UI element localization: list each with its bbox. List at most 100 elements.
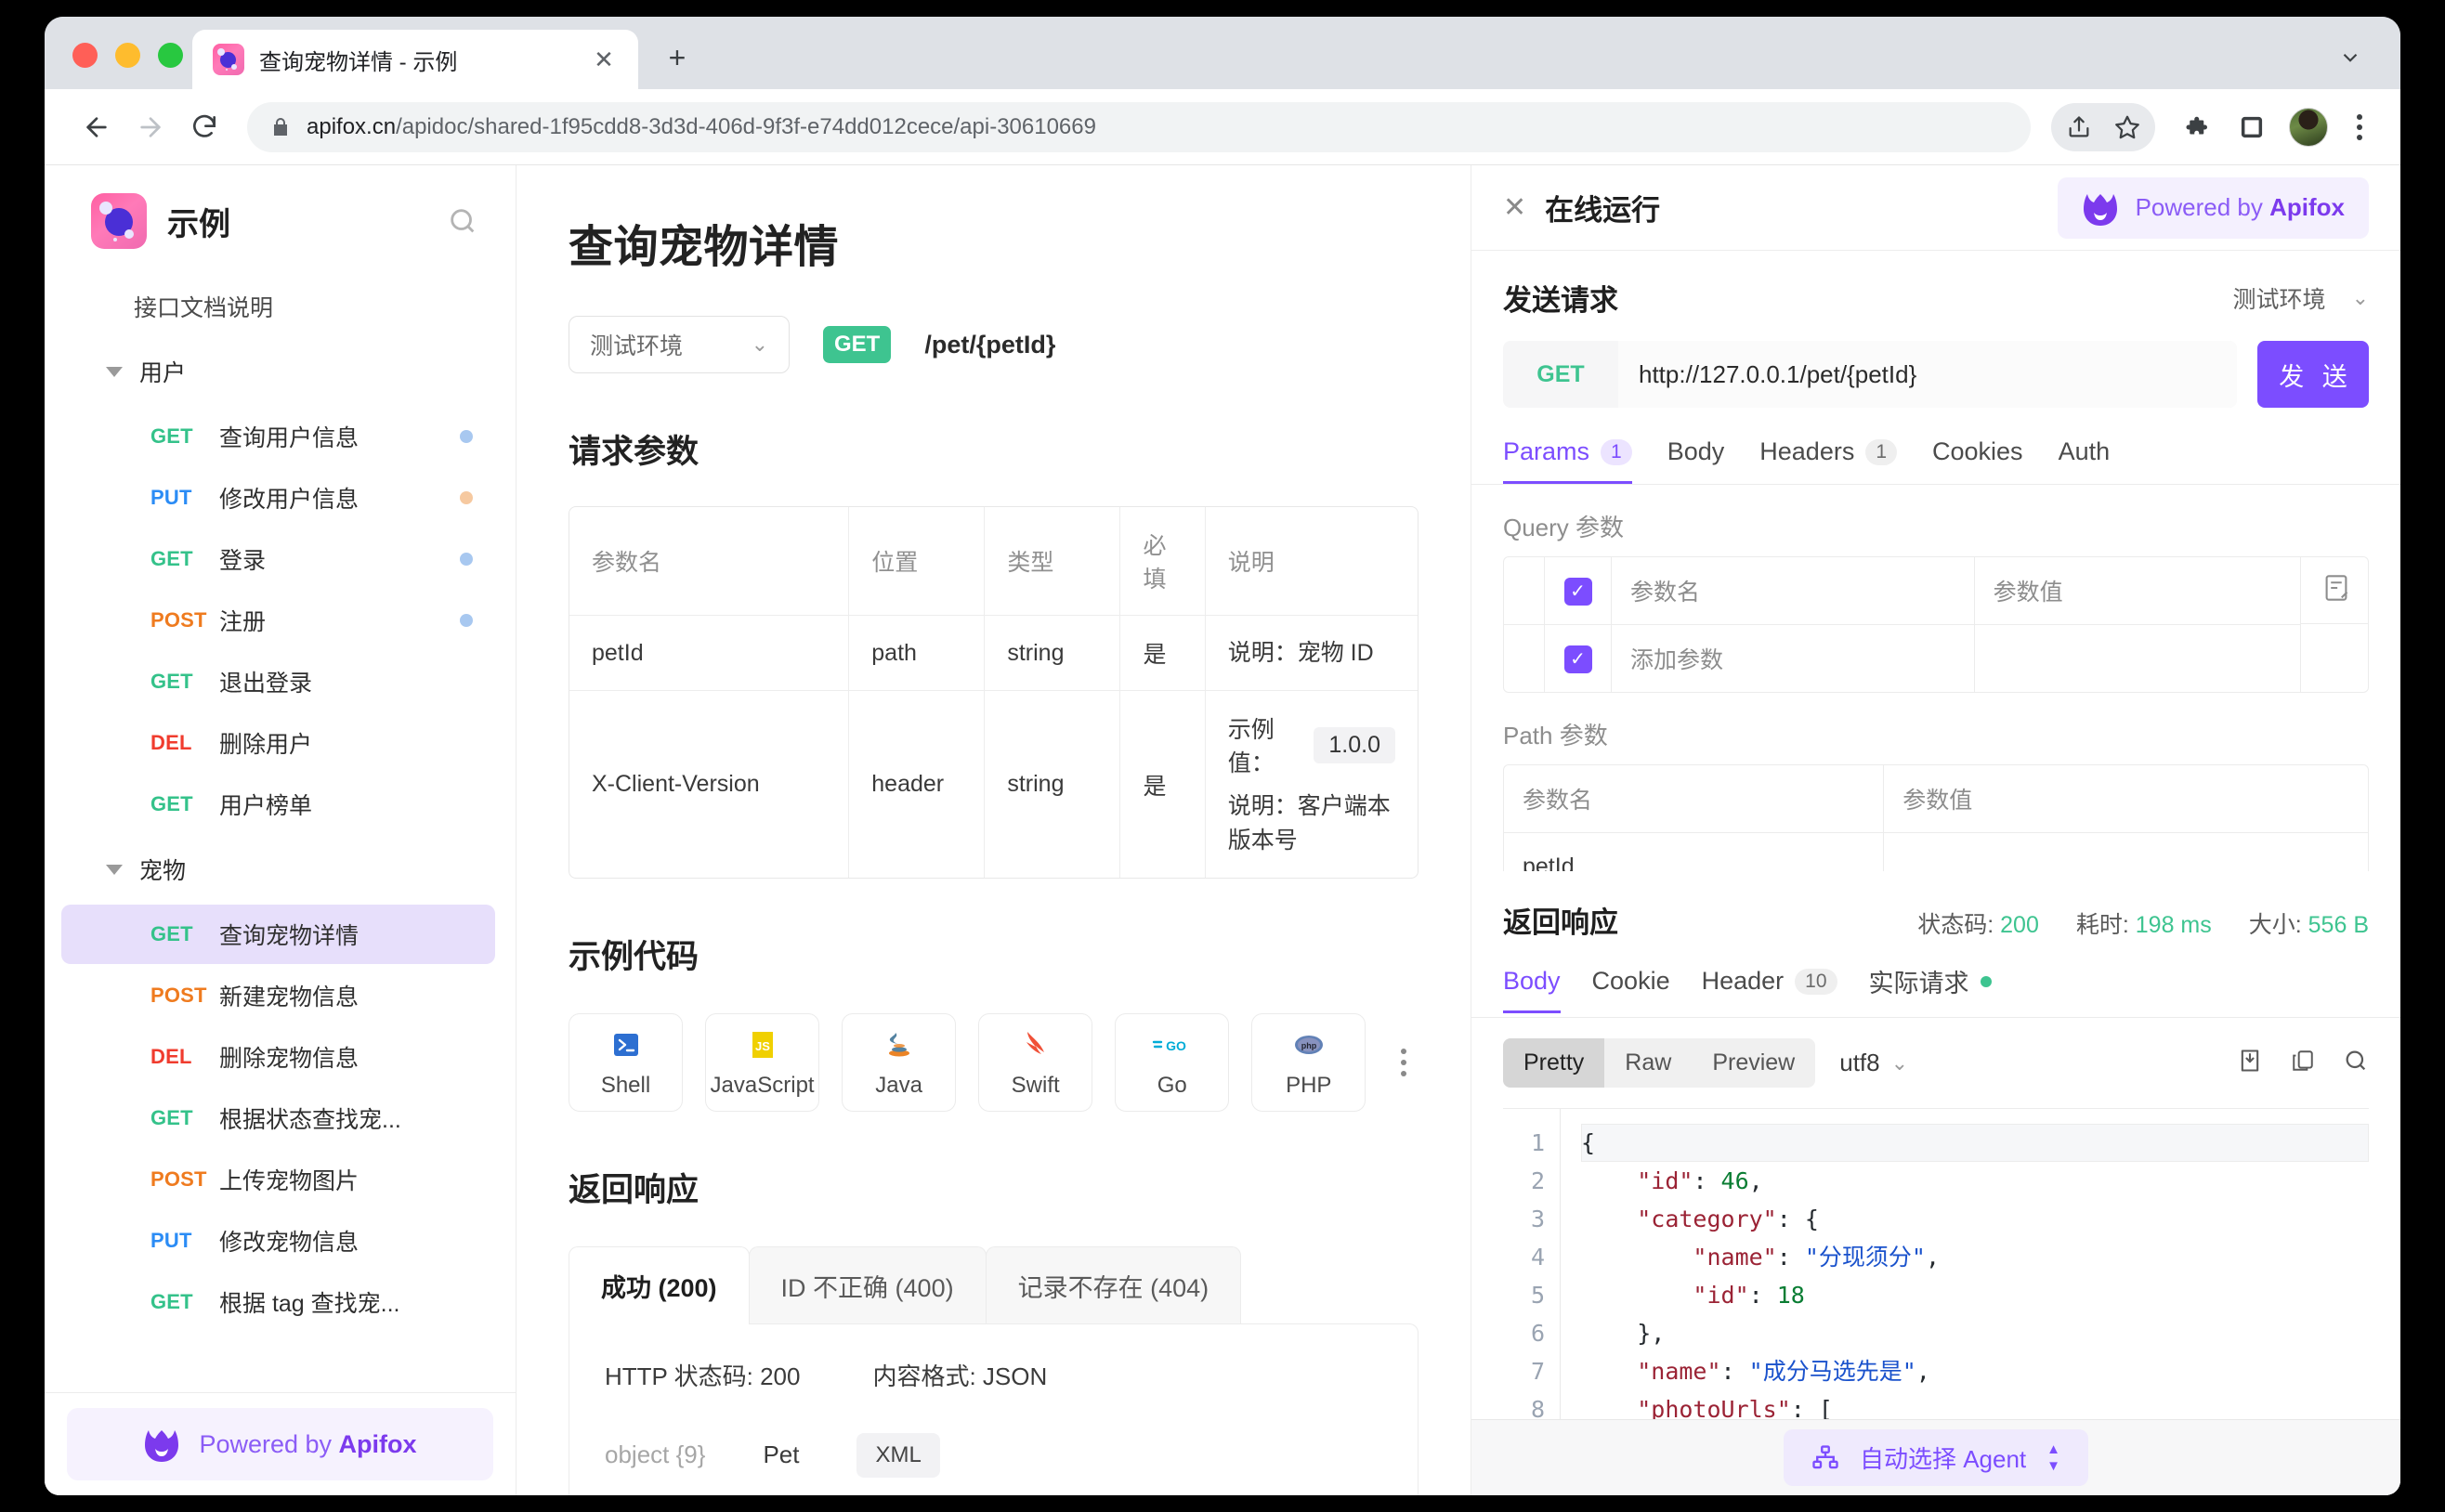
minimize-window-button[interactable] (115, 43, 140, 68)
status-code-meta: 状态码: 200 (1917, 906, 2039, 940)
address-bar[interactable]: apifox.cn/apidoc/shared-1f95cdd8-3d3d-40… (247, 101, 2031, 152)
query-value-input[interactable] (1975, 625, 2301, 692)
copy-icon[interactable] (2291, 1049, 2315, 1077)
environment-value: 测试环境 (590, 333, 684, 359)
view-mode-raw[interactable]: Raw (1604, 1038, 1692, 1088)
sidebar-group-1[interactable]: 宠物 (45, 836, 516, 903)
more-languages-icon[interactable] (1388, 1013, 1419, 1112)
tab-headers[interactable]: Headers 1 (1759, 437, 1898, 484)
lang-swift[interactable]: Swift (978, 1012, 1093, 1112)
lang-go[interactable]: GO Go (1115, 1012, 1230, 1112)
tab-response-200[interactable]: 成功 (200) (569, 1245, 750, 1324)
sidebar-item-宠物-4[interactable]: POST 上传宠物图片 (61, 1150, 495, 1209)
sidebar-item-宠物-6[interactable]: GET 根据 tag 查找宠... (61, 1272, 495, 1332)
param-required: 是 (1120, 616, 1206, 692)
project-name: 示例 (167, 206, 230, 242)
tab-response-cookie[interactable]: Cookie (1592, 967, 1670, 1013)
runner-environment-value: 测试环境 (2232, 286, 2326, 313)
line-number: 1 (1530, 1129, 1545, 1156)
environment-select[interactable]: 测试环境 ⌄ (569, 316, 790, 373)
sidebar-item-用户-0[interactable]: GET 查询用户信息 (61, 407, 495, 466)
checkbox[interactable]: ✓ (1563, 645, 1592, 673)
tab-response-header[interactable]: Header 10 (1702, 967, 1837, 1013)
param-desc-text: 说明：客户端本版本号 (1227, 793, 1391, 854)
sidebar-item-用户-3[interactable]: POST 注册 (61, 591, 495, 650)
checkbox[interactable]: ✓ (1563, 577, 1592, 606)
sidebar-item-宠物-2[interactable]: DEL 删除宠物信息 (61, 1027, 495, 1087)
sidebar-item-用户-4[interactable]: GET 退出登录 (61, 652, 495, 711)
browser-tab-title: 查询宠物详情 - 示例 (259, 49, 458, 75)
lang-label: Swift (1011, 1072, 1060, 1098)
sidebar-item-宠物-3[interactable]: GET 根据状态查找宠... (61, 1088, 495, 1148)
param-example-label: 示例值： (1227, 717, 1275, 777)
status-dot-icon (460, 491, 473, 504)
sidebar-item-用户-6[interactable]: GET 用户榜单 (61, 775, 495, 834)
query-name-input[interactable]: 添加参数 (1612, 625, 1975, 692)
maximize-window-button[interactable] (158, 43, 183, 68)
runner-environment-select[interactable]: 测试环境 ⌄ (2233, 281, 2369, 315)
sidebar-group-0[interactable]: 用户 (45, 338, 516, 405)
chevron-down-icon[interactable] (2334, 41, 2367, 74)
tab-auth[interactable]: Auth (2059, 437, 2111, 484)
share-icon[interactable] (2055, 103, 2103, 151)
lang-shell[interactable]: Shell (569, 1012, 684, 1112)
sidebar-item-label: 退出登录 (219, 671, 313, 697)
back-icon[interactable] (72, 103, 121, 151)
request-url-field[interactable]: GET http://127.0.0.1/pet/{petId} (1503, 341, 2237, 408)
download-icon[interactable] (2237, 1048, 2263, 1078)
sidebar-item-用户-5[interactable]: DEL 删除用户 (61, 713, 495, 773)
row-select-cell: ✓ (1545, 625, 1612, 692)
sidepanel-icon[interactable] (2228, 103, 2276, 151)
sidebar-item-宠物-5[interactable]: PUT 修改宠物信息 (61, 1211, 495, 1271)
reload-icon[interactable] (180, 103, 229, 151)
col-param-in: 位置 (849, 507, 986, 616)
size-meta: 大小: 556 B (2249, 906, 2369, 940)
bookmark-star-icon[interactable] (2103, 103, 2151, 151)
close-icon[interactable]: ✕ (588, 44, 620, 75)
sidebar-item-doc-intro[interactable]: 接口文档说明 (45, 275, 516, 338)
search-icon[interactable] (447, 205, 478, 237)
sidebar-item-用户-2[interactable]: GET 登录 (61, 529, 495, 589)
path-value-input[interactable] (1884, 833, 2368, 871)
close-icon[interactable]: ✕ (1503, 193, 1526, 222)
agent-select[interactable]: 自动选择 Agent ▲ ▼ (1783, 1429, 2089, 1486)
sidebar-item-用户-1[interactable]: PUT 修改用户信息 (61, 468, 495, 528)
send-button[interactable]: 发 送 (2257, 341, 2369, 408)
window-traffic-lights (72, 43, 183, 68)
encoding-select[interactable]: utf8 ⌄ (1839, 1049, 1908, 1077)
lang-java[interactable]: Java (842, 1012, 957, 1112)
bulk-edit-icon[interactable] (2301, 557, 2368, 624)
close-window-button[interactable] (72, 43, 98, 68)
xml-toggle-button[interactable]: XML (856, 1432, 940, 1478)
tab-body[interactable]: Body (1667, 437, 1725, 484)
new-tab-button[interactable]: + (659, 39, 696, 76)
lang-javascript[interactable]: JS JavaScript (705, 1012, 820, 1112)
forward-icon[interactable] (126, 103, 175, 151)
param-example: 示例值： 1.0.0 (1228, 711, 1395, 778)
tab-response-400[interactable]: ID 不正确 (400) (748, 1245, 987, 1324)
lang-php[interactable]: php PHP (1251, 1012, 1366, 1112)
schema-type[interactable]: object {9} (605, 1440, 705, 1469)
runner-header: ✕ 在线运行 Powered by Apifox (1471, 165, 2400, 251)
browser-tab[interactable]: 查询宠物详情 - 示例 ✕ (192, 30, 638, 89)
browser-menu-icon[interactable] (2341, 103, 2378, 151)
sidebar-item-宠物-0[interactable]: GET 查询宠物详情 (61, 905, 495, 964)
table-row: ✓ 添加参数 (1504, 625, 2368, 692)
tab-cookies[interactable]: Cookies (1932, 437, 2023, 484)
avatar[interactable] (2289, 107, 2328, 147)
extensions-puzzle-icon[interactable] (2174, 103, 2222, 151)
tab-actual-request[interactable]: 实际请求 (1869, 963, 1992, 1017)
view-mode-pretty[interactable]: Pretty (1503, 1038, 1605, 1088)
sidebar-item-宠物-1[interactable]: POST 新建宠物信息 (61, 966, 495, 1025)
sidebar-item-label: 修改用户信息 (219, 487, 360, 513)
view-mode-preview[interactable]: Preview (1692, 1038, 1815, 1088)
tab-response-404[interactable]: 记录不存在 (404) (985, 1245, 1242, 1324)
request-url-input[interactable]: http://127.0.0.1/pet/{petId} (1618, 341, 2237, 408)
search-icon[interactable] (2343, 1048, 2369, 1078)
tab-response-body[interactable]: Body (1503, 967, 1561, 1013)
chevron-down-icon: ⌄ (2351, 285, 2369, 309)
powered-by-apifox-link[interactable]: Powered by Apifox (67, 1408, 493, 1480)
powered-by-apifox-badge[interactable]: Powered by Apifox (2057, 176, 2369, 239)
page-content: 示例 接口文档说明 用户 GET 查询用户信息 PUT 修改用户信息 GET 登录 POST 注… (45, 165, 2400, 1495)
tab-params[interactable]: Params 1 (1503, 437, 1632, 484)
